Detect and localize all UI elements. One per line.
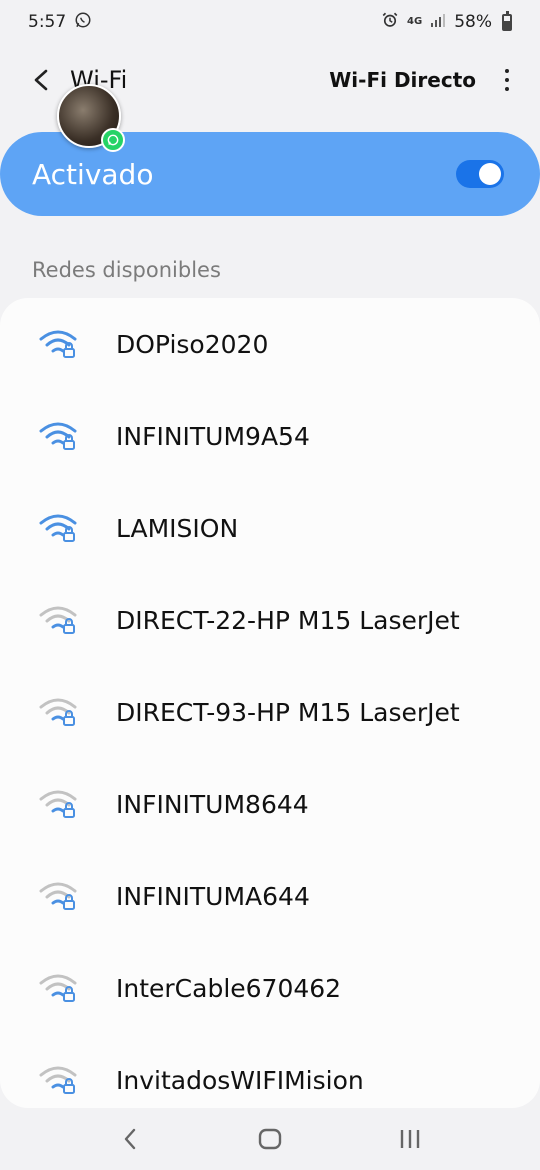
wifi-locked-icon [39,330,77,358]
whatsapp-badge-icon [101,128,125,152]
network-row[interactable]: DIRECT-93-HP M15 LaserJet [0,666,540,758]
whatsapp-notification-icon [74,11,92,34]
network-name: DIRECT-22-HP M15 LaserJet [116,605,460,635]
wifi-direct-button[interactable]: Wi-Fi Directo [329,68,476,92]
nav-back-icon [124,1128,136,1150]
network-row[interactable]: INFINITUM9A54 [0,390,540,482]
nav-recents-button[interactable] [380,1114,440,1164]
battery-icon [502,10,512,31]
status-left: 5:57 [28,11,92,34]
dot-icon [505,87,509,91]
network-name: InvitadosWIFIMision [116,1065,364,1095]
wifi-locked-icon [39,698,77,726]
toggle-knob [479,163,501,185]
network-name: DIRECT-93-HP M15 LaserJet [116,697,460,727]
network-name: INFINITUMA644 [116,881,310,911]
wifi-locked-icon [39,882,77,910]
network-name: InterCable670462 [116,973,342,1003]
wifi-locked-icon [39,422,77,450]
nav-recents-icon [400,1130,420,1148]
network-row[interactable]: InterCable670462 [0,942,540,1034]
wifi-locked-icon [39,1066,77,1094]
available-networks-heading: Redes disponibles [32,258,221,282]
network-row[interactable]: LAMISION [0,482,540,574]
navigation-bar [0,1108,540,1170]
status-time: 5:57 [28,12,67,32]
networks-list: DOPiso2020 INFINITUM9A54 LAMISION DIRECT… [0,298,540,1108]
wifi-locked-icon [39,974,77,1002]
wifi-toggle-switch[interactable] [456,160,504,188]
signal-bars-icon [430,12,446,33]
nav-home-button[interactable] [240,1114,300,1164]
more-options-button[interactable] [498,60,516,100]
network-row[interactable]: InvitadosWIFIMision [0,1034,540,1108]
network-name: INFINITUM9A54 [116,421,310,451]
nav-home-icon [258,1128,282,1150]
back-button[interactable] [24,60,58,100]
battery-percent: 58% [454,12,492,32]
wifi-toggle-label: Activado [32,157,154,191]
dot-icon [505,69,509,73]
wifi-locked-icon [39,514,77,542]
network-name: LAMISION [116,513,239,543]
status-right: 4G 58% [381,10,512,34]
network-row[interactable]: DOPiso2020 [0,298,540,390]
wifi-locked-icon [39,606,77,634]
status-bar: 5:57 4G 58% [0,0,540,44]
network-name: INFINITUM8644 [116,789,309,819]
wifi-locked-icon [39,790,77,818]
network-row[interactable]: DIRECT-22-HP M15 LaserJet [0,574,540,666]
network-type-label: 4G [407,16,423,27]
dot-icon [505,78,509,82]
nav-back-button[interactable] [100,1114,160,1164]
network-row[interactable]: INFINITUM8644 [0,758,540,850]
network-row[interactable]: INFINITUMA644 [0,850,540,942]
back-arrow-icon [34,69,48,91]
network-name: DOPiso2020 [116,329,269,359]
alarm-icon [381,11,399,34]
